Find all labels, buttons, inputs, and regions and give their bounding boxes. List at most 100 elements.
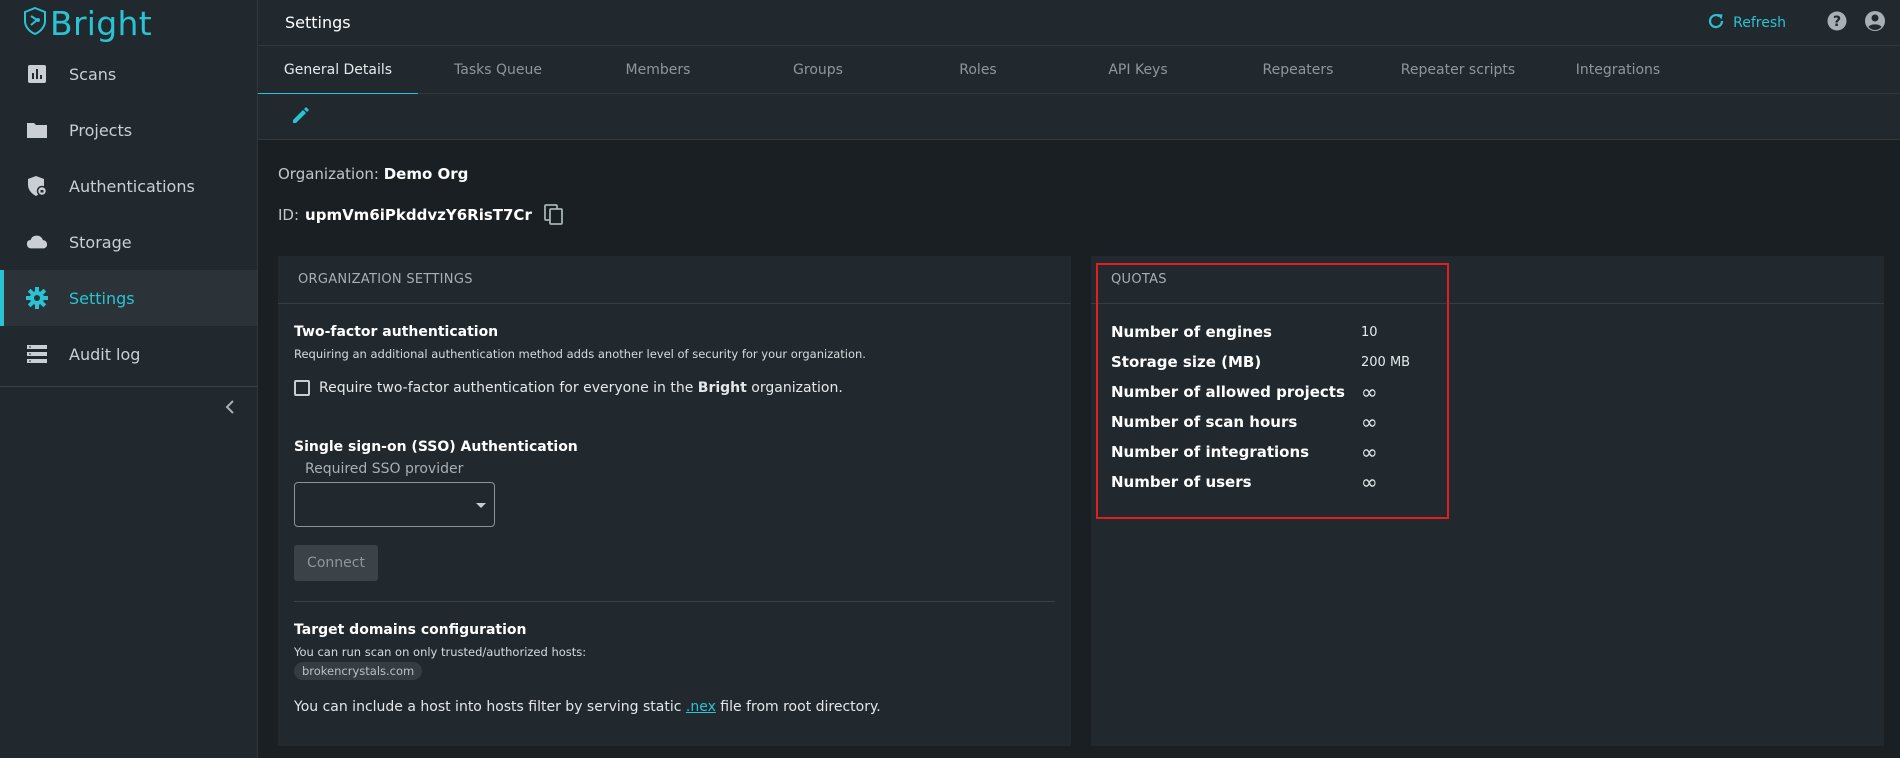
quota-value: 200 MB xyxy=(1361,354,1411,370)
twofa-description: Requiring an additional authentication m… xyxy=(294,347,866,361)
logo[interactable]: Bright xyxy=(0,0,257,46)
quota-value: ∞ xyxy=(1361,410,1378,434)
shield-lock-icon xyxy=(26,175,48,197)
organization-name: Demo Org xyxy=(383,165,469,183)
twofa-checkbox-brand: Bright xyxy=(697,380,747,396)
sidebar-item-label: Scans xyxy=(69,64,117,84)
account-button[interactable] xyxy=(1864,10,1886,36)
gear-icon xyxy=(26,287,48,309)
twofa-checkbox-suffix: organization. xyxy=(746,380,843,396)
nex-file-note: You can include a host into hosts filter… xyxy=(294,699,881,715)
logo-text: Bright xyxy=(50,3,152,43)
tab-members[interactable]: Members xyxy=(578,46,738,94)
quota-value: ∞ xyxy=(1361,440,1378,464)
nex-file-link[interactable]: .nex xyxy=(686,699,716,715)
sidebar-item-label: Audit log xyxy=(69,344,141,364)
help-button[interactable]: ? xyxy=(1826,11,1848,35)
organization-settings-panel: ORGANIZATION SETTINGS Two-factor authent… xyxy=(278,256,1071,746)
sidebar-divider xyxy=(0,386,257,387)
quota-row: Number of engines 10 xyxy=(1111,321,1378,343)
tab-repeaters[interactable]: Repeaters xyxy=(1218,46,1378,94)
edit-button[interactable] xyxy=(290,106,312,128)
quota-label: Number of users xyxy=(1111,473,1252,491)
top-header: Settings Refresh ? xyxy=(258,0,1900,46)
quota-label: Number of integrations xyxy=(1111,443,1310,461)
target-domains-title: Target domains configuration xyxy=(294,622,527,638)
list-icon xyxy=(26,343,48,365)
quota-row: Number of allowed projects ∞ xyxy=(1111,381,1378,403)
quota-label: Number of allowed projects xyxy=(1111,383,1345,401)
quota-row: Number of integrations ∞ xyxy=(1111,441,1378,463)
panel-header: QUOTAS xyxy=(1091,256,1884,304)
quota-value: 10 xyxy=(1361,324,1378,340)
cloud-icon xyxy=(26,231,48,253)
organization-id-value: upmVm6iPkddvzY6RisT7Cr xyxy=(305,206,532,224)
twofa-checkbox[interactable] xyxy=(294,380,310,396)
sso-select-label: Required SSO provider xyxy=(305,461,464,477)
organization-id-line: ID: upmVm6iPkddvzY6RisT7Cr xyxy=(278,204,564,226)
organization-id-label: ID: xyxy=(278,206,300,224)
section-divider xyxy=(294,601,1055,602)
edit-toolbar xyxy=(258,94,1900,140)
sidebar-item-audit-log[interactable]: Audit log xyxy=(0,326,257,382)
sidebar-item-storage[interactable]: Storage xyxy=(0,214,257,270)
tab-general-details[interactable]: General Details xyxy=(258,46,418,95)
tab-roles[interactable]: Roles xyxy=(898,46,1058,94)
twofa-checkbox-prefix: Require two-factor authentication for ev… xyxy=(319,380,698,396)
svg-text:?: ? xyxy=(1833,14,1841,30)
sso-title: Single sign-on (SSO) Authentication xyxy=(294,439,578,455)
sidebar-item-settings[interactable]: Settings xyxy=(0,270,257,326)
tab-integrations[interactable]: Integrations xyxy=(1538,46,1698,94)
quota-value: ∞ xyxy=(1361,380,1378,404)
collapse-sidebar-button[interactable] xyxy=(220,398,240,418)
copy-icon[interactable] xyxy=(543,204,564,226)
twofa-checkbox-row: Require two-factor authentication for ev… xyxy=(294,380,843,396)
quota-label: Storage size (MB) xyxy=(1111,353,1262,371)
quota-row: Storage size (MB) 200 MB xyxy=(1111,351,1410,373)
panel-header: ORGANIZATION SETTINGS xyxy=(278,256,1071,304)
nex-note-prefix: You can include a host into hosts filter… xyxy=(294,699,686,715)
sidebar-item-scans[interactable]: Scans xyxy=(0,46,257,102)
sidebar-item-label: Authentications xyxy=(69,176,195,196)
quota-value: ∞ xyxy=(1361,470,1378,494)
account-circle-icon xyxy=(1864,10,1886,36)
twofa-title: Two-factor authentication xyxy=(294,324,499,340)
chevron-left-icon xyxy=(225,399,235,418)
sidebar-item-authentications[interactable]: Authentications xyxy=(0,158,257,214)
help-icon: ? xyxy=(1827,11,1847,35)
quota-row: Number of users ∞ xyxy=(1111,471,1378,493)
sidebar-item-label: Settings xyxy=(69,288,135,308)
tab-tasks-queue[interactable]: Tasks Queue xyxy=(418,46,578,94)
dropdown-arrow-icon xyxy=(476,503,486,508)
refresh-button[interactable]: Refresh xyxy=(1707,12,1786,34)
header-actions: Refresh ? xyxy=(1707,0,1886,46)
target-domains-description: You can run scan on only trusted/authori… xyxy=(294,645,587,659)
sso-provider-select[interactable] xyxy=(294,482,495,527)
sidebar: Bright Scans Projects Authentications St… xyxy=(0,0,258,758)
quota-label: Number of engines xyxy=(1111,323,1272,341)
sidebar-item-label: Projects xyxy=(69,120,133,140)
quota-label: Number of scan hours xyxy=(1111,413,1298,431)
quotas-panel: QUOTAS Number of engines 10 Storage size… xyxy=(1091,256,1884,746)
folder-icon xyxy=(26,119,48,141)
bar-chart-icon xyxy=(26,63,48,85)
quota-row: Number of scan hours ∞ xyxy=(1111,411,1378,433)
host-chip: brokencrystals.com xyxy=(294,662,423,680)
nex-note-suffix: file from root directory. xyxy=(715,699,881,715)
refresh-icon xyxy=(1707,12,1733,34)
sidebar-item-projects[interactable]: Projects xyxy=(0,102,257,158)
pencil-icon xyxy=(291,105,311,129)
bright-logo-icon xyxy=(24,6,46,39)
tab-groups[interactable]: Groups xyxy=(738,46,898,94)
organization-label: Organization: xyxy=(278,165,379,183)
settings-tabs: General Details Tasks Queue Members Grou… xyxy=(258,46,1900,95)
sidebar-item-label: Storage xyxy=(69,232,132,252)
twofa-checkbox-text: Require two-factor authentication for ev… xyxy=(319,380,843,396)
refresh-label: Refresh xyxy=(1733,15,1786,31)
connect-button[interactable]: Connect xyxy=(294,545,378,581)
page-title: Settings xyxy=(285,13,351,32)
tab-repeater-scripts[interactable]: Repeater scripts xyxy=(1378,46,1538,94)
sidebar-nav: Scans Projects Authentications Storage S… xyxy=(0,46,257,382)
organization-line: Organization: Demo Org xyxy=(278,165,468,183)
tab-api-keys[interactable]: API Keys xyxy=(1058,46,1218,94)
